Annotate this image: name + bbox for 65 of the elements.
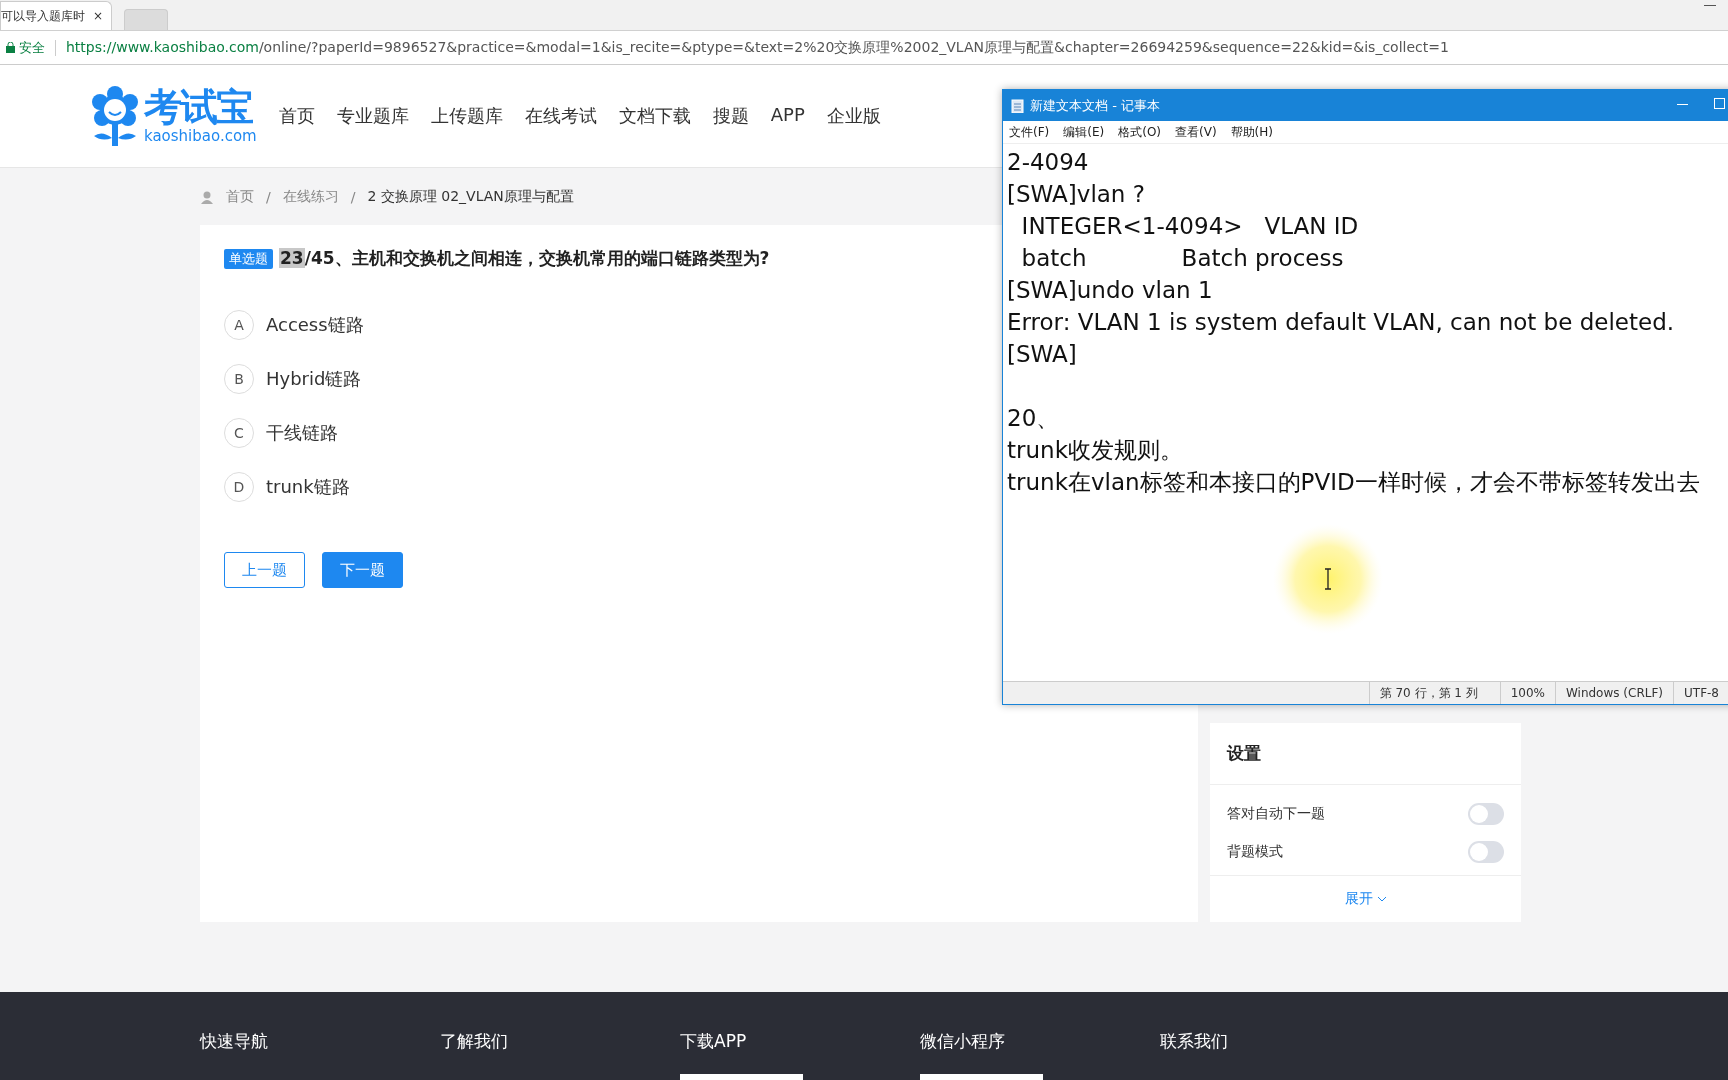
status-text: Windows (CRLF) xyxy=(1554,682,1673,704)
status-text: 第 70 行，第 1 列 xyxy=(1368,682,1500,704)
setting-label: 答对自动下一题 xyxy=(1227,805,1325,823)
answer-option[interactable]: D trunk链路 xyxy=(224,472,350,502)
url-field[interactable]: https://www.kaoshibao.com/online/?paperId=9896527&practice=&modal=1&is_recite=&ptype=&text=2%20交换原理%2002_VLAN原理与配置&chapter=26694259&sequence=22&kid=&is_collect=1 xyxy=(66,38,1449,57)
footer-heading: 了解我们 xyxy=(440,1031,508,1051)
window-title: 新建文本文档 - 记事本 xyxy=(1030,96,1160,115)
text-line: Error: VLAN 1 is system default VLAN, can not be deleted. xyxy=(1007,308,1676,337)
toggle-switch[interactable] xyxy=(1468,803,1504,825)
answer-option[interactable]: A Access链路 xyxy=(224,310,364,340)
minimize-icon[interactable] xyxy=(1704,4,1716,8)
breadcrumb-separator: / xyxy=(266,188,271,205)
status-text: UTF-8 xyxy=(1673,682,1728,704)
notepad-icon xyxy=(1011,98,1024,113)
text-line: trunk收发规则。 xyxy=(1007,436,1184,465)
text-line: INTEGER<1-4094> VLAN ID xyxy=(1020,212,1360,241)
user-icon xyxy=(200,189,214,204)
answer-option[interactable]: C 干线链路 xyxy=(224,418,338,448)
text-line: batch Batch process xyxy=(1020,244,1345,273)
nav-link[interactable]: APP xyxy=(770,104,805,128)
nav-link[interactable]: 在线考试 xyxy=(524,104,597,128)
flower-logo-icon xyxy=(90,86,140,146)
text-line: [SWA]undo vlan 1 xyxy=(1007,276,1214,305)
nav-link[interactable]: 上传题库 xyxy=(430,104,503,128)
expand-link[interactable]: 展开 xyxy=(1344,890,1373,908)
nav-link[interactable]: 搜题 xyxy=(712,104,749,128)
menu-item[interactable]: 编辑(E) xyxy=(1063,123,1105,141)
text-editor[interactable]: 2-4094 [SWA]vlan ? INTEGER<1-4094> VLAN ID batch Batch process [SWA]undo vlan 1 Error: VLAN 1 is system default VLAN, can not be deleted. [SWA] 20、 trunk收发规则。 trunk在vlan标签和本接口的PVID一样时候，才会不带标签转发出去 xyxy=(1003,144,1728,681)
footer-heading: 联系我们 xyxy=(1160,1031,1228,1051)
text-line: trunk在vlan标签和本接口的PVID一样时候，才会不带标签转发出去 xyxy=(1007,468,1701,497)
question-text: 23/45、主机和交换机之间相连，交换机常用的端口链路类型为? xyxy=(279,247,770,270)
next-button[interactable]: 下一题 xyxy=(322,552,403,588)
nav-link[interactable]: 企业版 xyxy=(826,104,881,128)
answer-option[interactable]: B Hybrid链路 xyxy=(224,364,362,394)
text-line: [SWA]vlan ? xyxy=(1007,180,1146,209)
browser-tab[interactable]: 可以导入题库时 × xyxy=(0,1,113,30)
menu-item[interactable]: 格式(O) xyxy=(1118,123,1162,141)
question-type-badge: 单选题 xyxy=(224,248,273,269)
nav-link[interactable]: 专业题库 xyxy=(336,104,409,128)
text-line: [SWA] xyxy=(1007,340,1078,369)
nav-link[interactable]: 文档下载 xyxy=(618,104,691,128)
menu-item[interactable]: 文件(F) xyxy=(1009,123,1050,141)
breadcrumb-separator: / xyxy=(350,188,356,205)
close-icon[interactable]: × xyxy=(93,9,104,23)
secure-label[interactable]: 安全 xyxy=(6,38,45,57)
lock-icon xyxy=(6,42,15,53)
text-line: 20、 xyxy=(1007,404,1061,433)
logo-name[interactable]: 考试宝 xyxy=(144,87,252,127)
panel-title: 设置 xyxy=(1227,742,1261,765)
footer-heading: 微信小程序 xyxy=(920,1031,1005,1051)
setting-label: 背题模式 xyxy=(1227,843,1283,861)
footer-heading: 快速导航 xyxy=(200,1031,268,1051)
logo-domain[interactable]: kaoshibao.com xyxy=(144,127,257,145)
nav-link[interactable]: 首页 xyxy=(278,104,315,128)
previous-button[interactable]: 上一题 xyxy=(224,552,305,588)
chevron-down-icon xyxy=(1376,896,1387,902)
menu-item[interactable]: 查看(V) xyxy=(1175,123,1217,141)
maximize-icon[interactable] xyxy=(1714,98,1725,109)
toggle-switch[interactable] xyxy=(1468,841,1504,863)
text-line: 2-4094 xyxy=(1007,148,1090,177)
footer-heading: 下载APP xyxy=(680,1031,747,1051)
breadcrumb-item: 2 交换原理 02_VLAN原理与配置 xyxy=(367,187,574,206)
cursor-highlight-icon xyxy=(1273,524,1383,634)
menu-item[interactable]: 帮助(H) xyxy=(1230,123,1273,141)
status-text: 100% xyxy=(1499,682,1555,704)
